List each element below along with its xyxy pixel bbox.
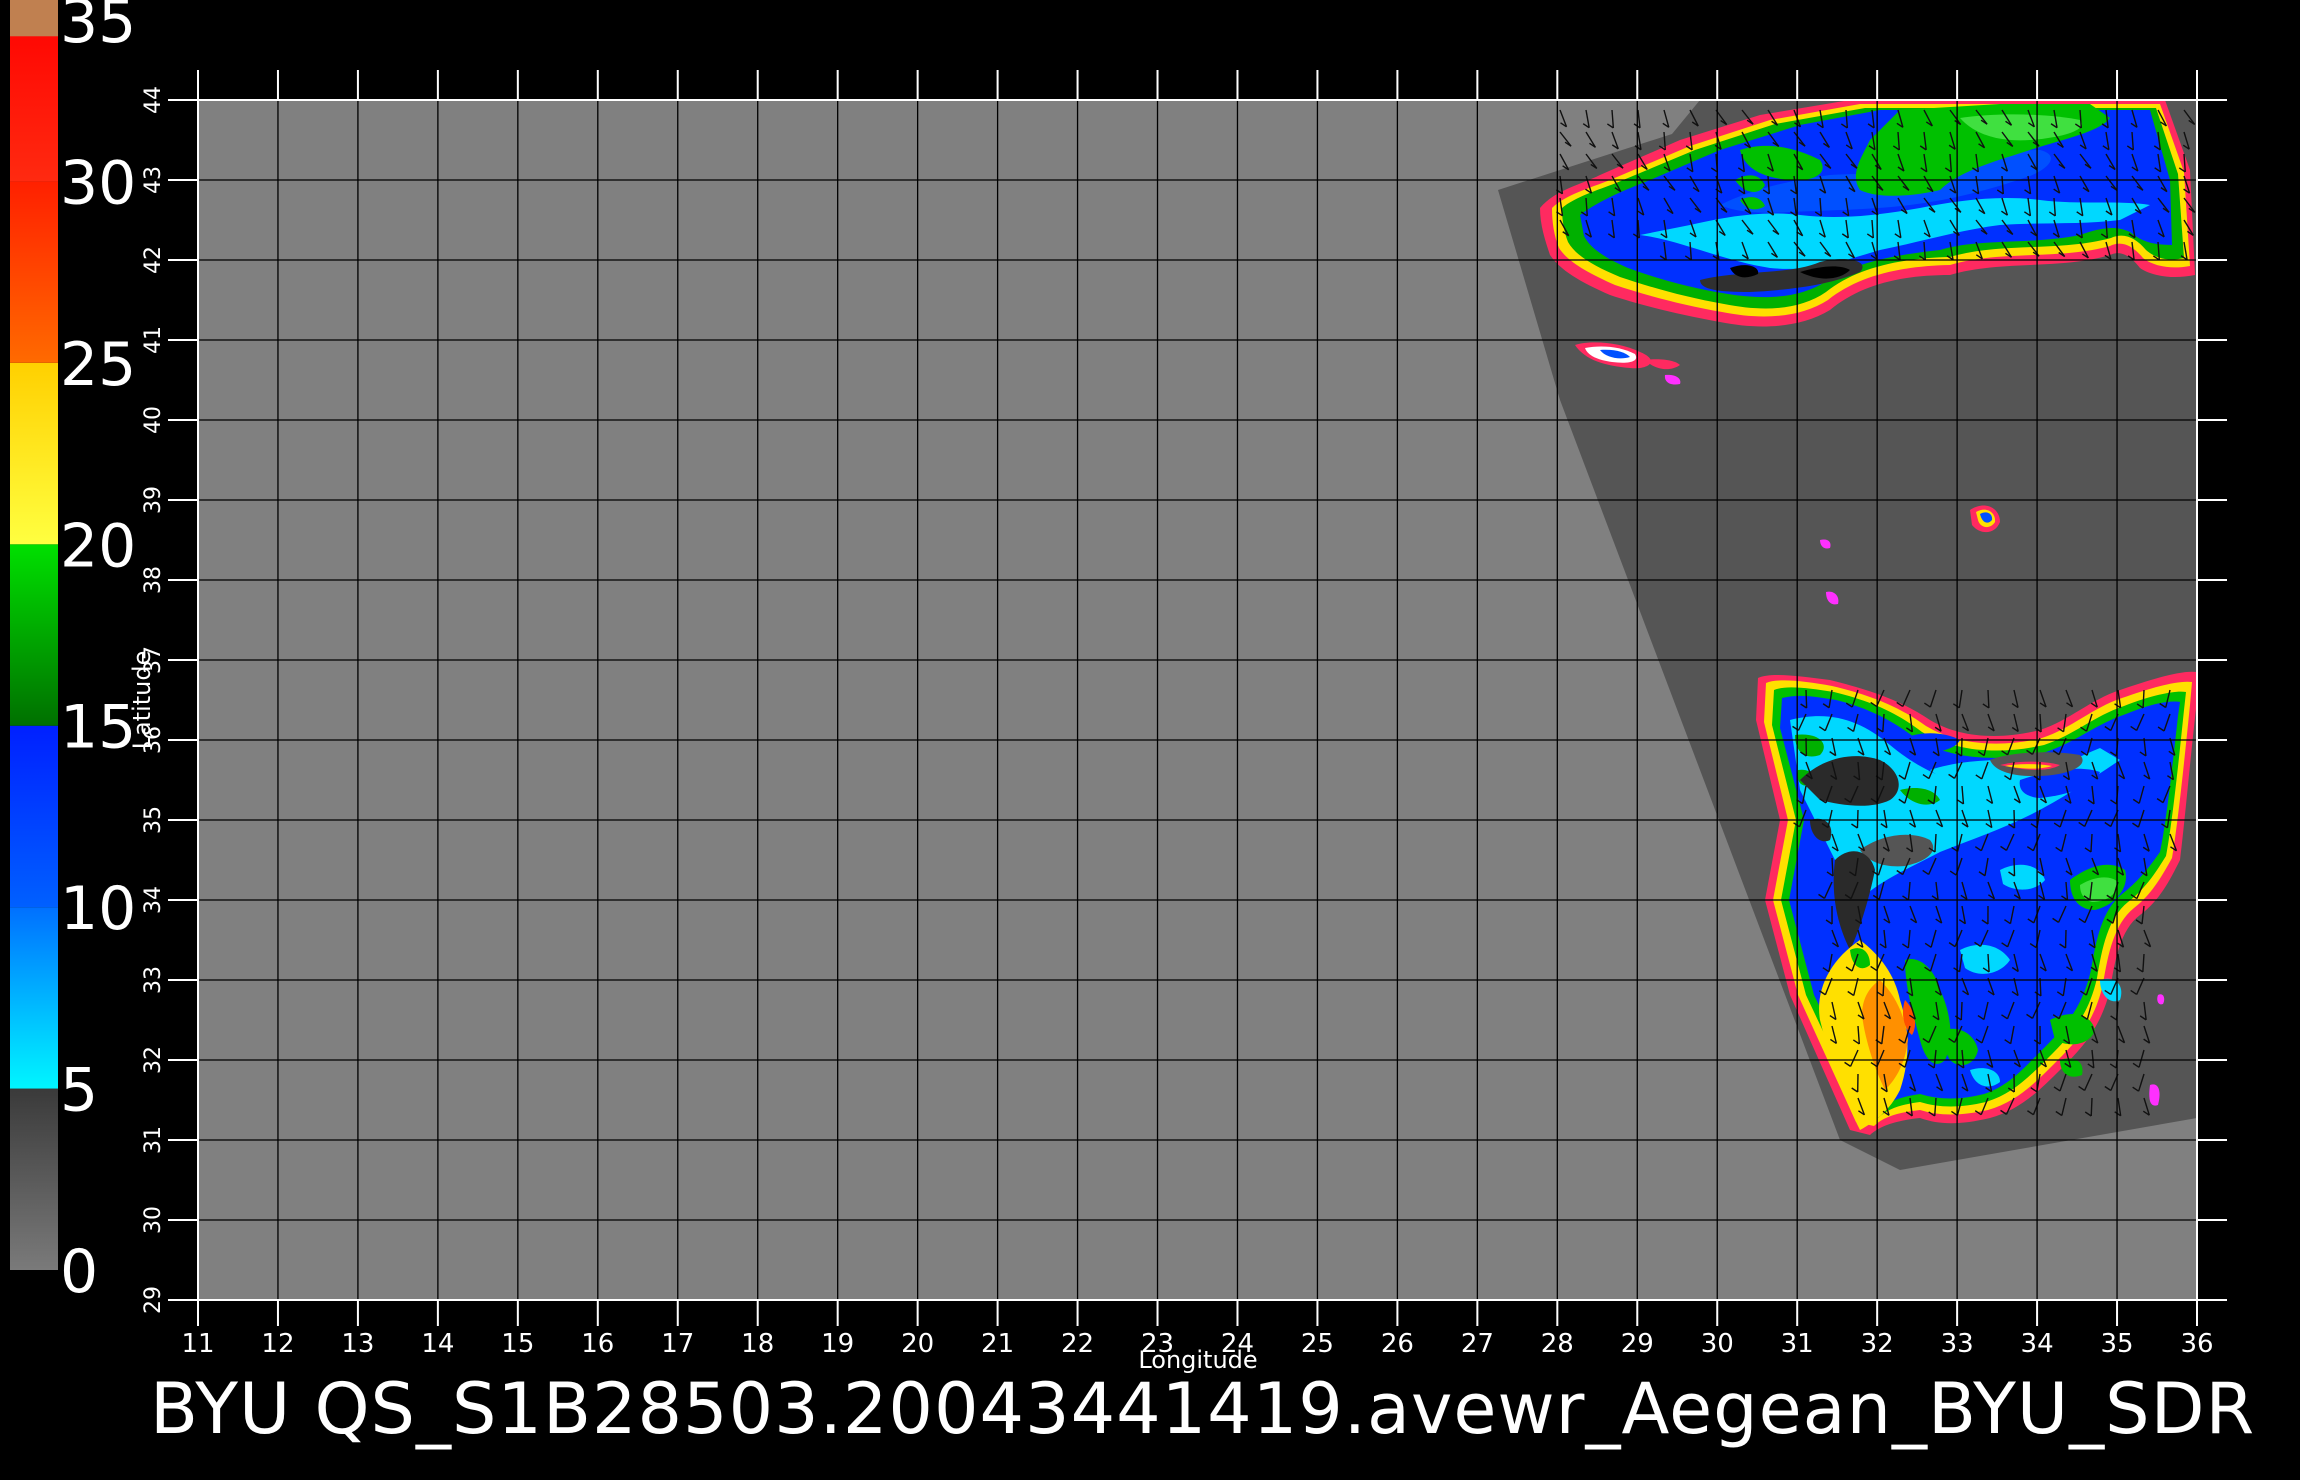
lat-tick-label: 32 <box>141 1046 166 1074</box>
lon-tick-label: 22 <box>1061 1329 1094 1359</box>
lon-tick-label: 33 <box>1941 1329 1974 1359</box>
colorbar-segment <box>10 181 58 363</box>
lon-tick-label: 31 <box>1781 1329 1814 1359</box>
lon-tick-label: 27 <box>1461 1329 1494 1359</box>
wind-vector <box>1805 689 1808 709</box>
wind-vector <box>2013 857 2016 877</box>
lon-tick-label: 15 <box>501 1329 534 1359</box>
lon-tick-label: 30 <box>1701 1329 1734 1359</box>
lon-tick-label: 29 <box>1621 1329 1654 1359</box>
colorbar-segment <box>10 362 58 545</box>
product-title: BYU QS_S1B28503.20043441419.avewr_Aegean… <box>150 1368 2256 1450</box>
wind-map: 0 5 10 15 20 25 30 35 11 12 13 14 15 16 17 18 1… <box>10 0 2227 1374</box>
colorbar-labels: 0 5 10 15 20 25 30 35 <box>60 0 136 1307</box>
y-axis-label: Latitude <box>128 651 156 750</box>
lon-tick-label: 19 <box>821 1329 854 1359</box>
wind-vector <box>1856 809 1859 829</box>
wind-vector <box>2013 809 2016 829</box>
lon-tick-label: 35 <box>2100 1329 2133 1359</box>
colorbar-segment <box>10 0 58 37</box>
lon-tick-label: 20 <box>901 1329 934 1359</box>
colorbar-segment <box>10 725 58 908</box>
lon-tick-label: 16 <box>581 1329 614 1359</box>
lat-tick-label: 31 <box>141 1126 166 1154</box>
lat-tick-label: 29 <box>141 1286 166 1314</box>
lon-tick-label: 36 <box>2180 1329 2213 1359</box>
wind-vector <box>1831 857 1834 877</box>
lat-tick-label: 38 <box>141 566 166 594</box>
lon-tick-label: 18 <box>741 1329 774 1359</box>
colorbar-label: 30 <box>60 148 136 218</box>
colorbar-label: 15 <box>60 693 136 763</box>
colorbar <box>10 0 58 1270</box>
colorbar-segment <box>10 544 58 726</box>
lon-tick-label: 12 <box>261 1329 294 1359</box>
colorbar-label: 25 <box>60 330 136 400</box>
lat-tick-label: 33 <box>141 966 166 994</box>
lon-tick-label: 21 <box>981 1329 1014 1359</box>
wind-vector <box>1987 689 1990 709</box>
lon-tick-label: 32 <box>1861 1329 1894 1359</box>
lon-tick-label: 28 <box>1541 1329 1574 1359</box>
lat-tick-label: 40 <box>141 406 166 434</box>
lon-tick-label: 11 <box>181 1329 214 1359</box>
lat-tick-label: 41 <box>141 326 166 354</box>
lon-tick-label: 34 <box>2021 1329 2054 1359</box>
lon-tick-label: 26 <box>1381 1329 1414 1359</box>
lat-tick-label: 30 <box>141 1206 166 1234</box>
wind-vector <box>2142 689 2145 709</box>
wind-vector <box>1960 1001 1963 1021</box>
lon-tick-label: 13 <box>341 1329 374 1359</box>
lat-tick-label: 35 <box>141 806 166 834</box>
lon-tick-label: 17 <box>661 1329 694 1359</box>
lat-tick-label: 44 <box>141 86 166 114</box>
lon-tick-label: 25 <box>1301 1329 1334 1359</box>
lat-tick-label: 39 <box>141 486 166 514</box>
wind-vector <box>1882 977 1885 997</box>
colorbar-segment <box>10 1088 58 1270</box>
colorbar-segment <box>10 907 58 1089</box>
lat-tick-label: 34 <box>141 886 166 914</box>
colorbar-label: 10 <box>60 874 136 944</box>
wind-vector <box>2090 1097 2093 1117</box>
colorbar-label: 5 <box>60 1056 98 1126</box>
lat-tick-label: 42 <box>141 246 166 274</box>
lon-tick-label: 14 <box>421 1329 454 1359</box>
colorbar-label: 20 <box>60 511 136 581</box>
lat-tick-label: 43 <box>141 166 166 194</box>
wind-vector <box>2039 977 2042 997</box>
colorbar-label: 0 <box>60 1237 98 1307</box>
colorbar-label: 35 <box>60 0 136 57</box>
